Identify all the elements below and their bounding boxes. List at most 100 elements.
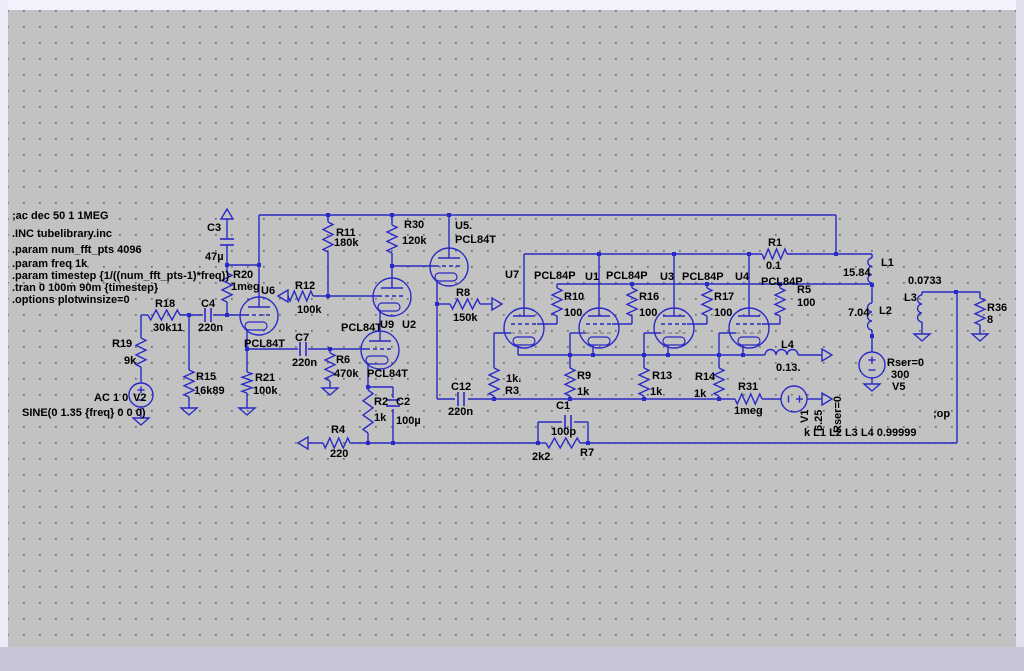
component-label[interactable]: R21 <box>255 372 275 384</box>
schematic-canvas[interactable]: ;ac dec 50 1 1MEG .INC tubelibrary.inc .pa… <box>0 0 1024 671</box>
component-label[interactable]: 220n <box>198 322 223 334</box>
component-label[interactable]: R16 <box>639 291 659 303</box>
component-label[interactable]: 100k <box>253 385 278 397</box>
component-label[interactable]: 1k <box>577 386 590 398</box>
component-label[interactable]: 220n <box>292 357 317 369</box>
component-label[interactable]: L1 <box>881 257 894 269</box>
component-label[interactable]: U5. <box>455 220 472 232</box>
component-label[interactable]: PCL84T <box>341 322 382 334</box>
component-label[interactable]: R1 <box>768 237 782 249</box>
component-label[interactable]: 6.25 <box>813 410 825 431</box>
component-label[interactable]: 9k <box>124 355 137 367</box>
component-label[interactable]: C4 <box>201 298 216 310</box>
component-label[interactable]: 180k <box>334 237 359 249</box>
component-label[interactable]: 1meg <box>734 405 763 417</box>
component-label[interactable]: L4 <box>781 339 795 351</box>
component-label[interactable]: R9 <box>577 370 591 382</box>
component-label[interactable]: PCL84P <box>534 270 576 282</box>
component-label[interactable]: U3 <box>660 271 674 283</box>
component-label[interactable]: 100p <box>551 426 576 438</box>
component-label[interactable]: R3 <box>505 385 519 397</box>
component-label[interactable]: 8 <box>987 314 993 326</box>
spice-directive-text[interactable]: .INC tubelibrary.inc <box>12 228 112 240</box>
component-label[interactable]: R15 <box>196 371 216 383</box>
component-label[interactable]: 1k <box>374 412 387 424</box>
component-label[interactable]: R30 <box>404 219 424 231</box>
component-label[interactable]: R12 <box>295 280 315 292</box>
component-label[interactable]: R13 <box>652 370 672 382</box>
component-label[interactable]: V5 <box>892 381 905 393</box>
component-label[interactable]: 30k11 <box>153 322 183 334</box>
component-label[interactable]: 220 <box>330 448 348 460</box>
component-label[interactable]: ;op <box>933 408 950 420</box>
component-label[interactable]: 100 <box>639 307 657 319</box>
component-label[interactable]: R7 <box>580 447 594 459</box>
component-label[interactable]: C2 <box>396 396 410 408</box>
component-label[interactable]: R5 <box>797 284 811 296</box>
component-label[interactable]: C12 <box>451 381 471 393</box>
component-label[interactable]: 15.84 <box>843 267 871 279</box>
component-label[interactable]: C7 <box>295 332 309 344</box>
component-label[interactable]: R14 <box>695 371 716 383</box>
spice-directive-text[interactable]: .param num_fft_pts 4096 <box>12 244 142 256</box>
spice-directive-text[interactable]: .param freq 1k <box>12 258 88 270</box>
component-label[interactable]: PCL84T <box>367 368 408 380</box>
component-label[interactable]: 1k <box>650 386 663 398</box>
component-label[interactable]: R19 <box>112 338 132 350</box>
component-label[interactable]: R6 <box>336 354 350 366</box>
component-label[interactable]: 0.0733 <box>908 275 942 287</box>
component-label[interactable]: SINE(0 1.35 {freq} 0 0 0) <box>22 407 146 419</box>
component-label[interactable]: 47µ <box>205 251 224 263</box>
component-label[interactable]: R31 <box>738 381 758 393</box>
component-label[interactable]: R4 <box>331 424 346 436</box>
component-label[interactable]: U9 <box>380 319 394 331</box>
component-label[interactable]: 150k <box>453 312 478 324</box>
component-label[interactable]: AC 1 0 <box>94 392 128 404</box>
component-label[interactable]: Rser=0 <box>887 357 924 369</box>
component-label[interactable]: 120k <box>402 235 427 247</box>
component-label[interactable]: R2 <box>374 396 388 408</box>
component-label[interactable]: L2 <box>879 305 892 317</box>
component-label[interactable]: U4 <box>735 271 750 283</box>
component-label[interactable]: U1 <box>585 271 599 283</box>
component-label[interactable]: R17 <box>714 291 734 303</box>
component-label[interactable]: 100k <box>297 304 322 316</box>
component-label[interactable]: 470k <box>334 368 359 380</box>
component-label[interactable]: R20 <box>233 269 253 281</box>
component-label[interactable]: V2 <box>133 392 146 404</box>
component-label[interactable]: 1k <box>694 388 707 400</box>
component-label[interactable]: V1 <box>799 410 811 423</box>
component-label[interactable]: PCL84P <box>682 271 724 283</box>
component-label[interactable]: U2 <box>402 319 416 331</box>
component-label[interactable]: U7 <box>505 269 519 281</box>
component-label[interactable]: R10 <box>564 291 584 303</box>
component-label[interactable]: 100µ <box>396 415 421 427</box>
component-label[interactable]: 16k89 <box>194 385 225 397</box>
spice-directive-text[interactable]: .options plotwinsize=0 <box>12 294 130 306</box>
component-label[interactable]: R36 <box>987 302 1007 314</box>
component-label[interactable]: C1 <box>556 400 570 412</box>
spice-directive-text[interactable]: ;ac dec 50 1 1MEG <box>12 210 109 222</box>
component-label[interactable]: R18 <box>155 298 175 310</box>
component-label[interactable]: 0.13. <box>776 362 800 374</box>
component-label[interactable]: PCL84T <box>244 338 285 350</box>
component-label[interactable]: 220n <box>448 406 473 418</box>
spice-directive-text[interactable]: .param timestep {1/((num_fft_pts-1)*freq… <box>12 270 230 282</box>
component-label[interactable]: PCL84P <box>606 270 648 282</box>
component-label[interactable]: 300 <box>891 369 909 381</box>
component-label[interactable]: C3 <box>207 222 221 234</box>
component-label[interactable]: Rser=0 <box>832 396 844 433</box>
component-label[interactable]: U6 <box>261 285 275 297</box>
component-label[interactable]: 100 <box>714 307 732 319</box>
component-label[interactable]: 2k2 <box>532 451 550 463</box>
component-label[interactable]: 1k. <box>506 373 521 385</box>
component-label[interactable]: R8 <box>456 287 470 299</box>
component-label[interactable]: 7.04 <box>848 307 870 319</box>
component-label[interactable]: 100 <box>564 307 582 319</box>
component-label[interactable]: L3 <box>904 292 917 304</box>
component-label[interactable]: PCL84T <box>455 234 496 246</box>
component-label[interactable]: 1meg <box>231 281 260 293</box>
component-label[interactable]: 100 <box>797 297 815 309</box>
spice-directive-text[interactable]: .tran 0 100m 90m {timestep} <box>12 282 159 294</box>
component-label[interactable]: 0.1 <box>766 260 781 272</box>
